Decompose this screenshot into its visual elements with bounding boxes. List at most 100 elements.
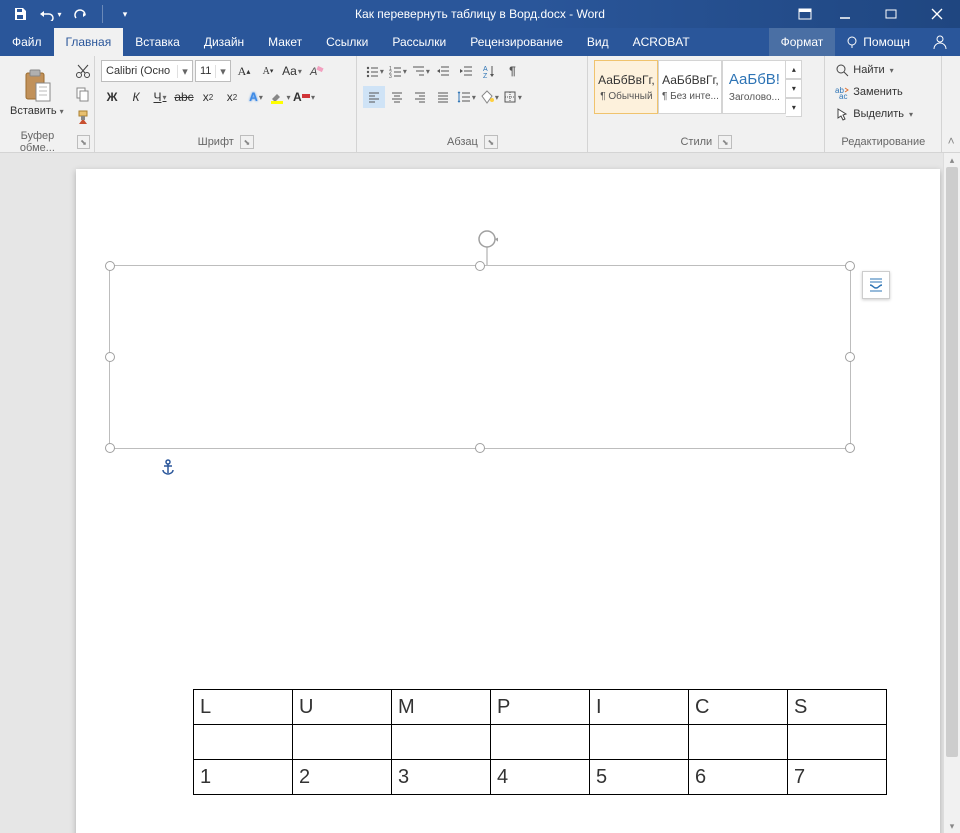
table-cell[interactable]: C xyxy=(689,690,788,725)
redo-button[interactable] xyxy=(68,3,92,25)
selected-textbox[interactable] xyxy=(109,265,851,449)
font-size-combo[interactable]: 11▾ xyxy=(195,60,231,82)
increase-indent-button[interactable] xyxy=(455,60,477,82)
resize-handle-nw[interactable] xyxy=(105,261,115,271)
table-cell[interactable]: 5 xyxy=(590,760,689,795)
qat-customize-button[interactable]: ▾ xyxy=(113,3,137,25)
tab-home[interactable]: Главная xyxy=(54,28,124,56)
styles-dialog-launcher[interactable]: ⬊ xyxy=(718,135,732,149)
sign-in-button[interactable] xyxy=(920,28,960,56)
resize-handle-w[interactable] xyxy=(105,352,115,362)
table-cell[interactable] xyxy=(590,725,689,760)
anchor-icon[interactable] xyxy=(161,459,175,475)
resize-handle-ne[interactable] xyxy=(845,261,855,271)
table-cell[interactable]: 7 xyxy=(788,760,887,795)
change-case-button[interactable]: Aa▾ xyxy=(281,60,303,82)
scroll-up-button[interactable]: ▴ xyxy=(944,153,960,167)
styles-expand[interactable]: ▾ xyxy=(786,98,802,117)
bullets-button[interactable]: ▾ xyxy=(363,60,385,82)
save-button[interactable] xyxy=(8,3,32,25)
replace-button[interactable]: abacЗаменить xyxy=(833,82,904,102)
layout-options-button[interactable] xyxy=(862,271,890,299)
shading-button[interactable]: ▾ xyxy=(478,86,500,108)
tell-me-search[interactable]: Помощн xyxy=(835,28,920,56)
highlight-button[interactable]: ▾ xyxy=(269,86,291,108)
resize-handle-e[interactable] xyxy=(845,352,855,362)
sort-button[interactable]: AZ xyxy=(478,60,500,82)
maximize-button[interactable] xyxy=(868,0,914,28)
style-heading1[interactable]: АаБбВ!Заголово... xyxy=(722,60,786,114)
multilevel-list-button[interactable]: ▾ xyxy=(409,60,431,82)
find-button[interactable]: Найти▾ xyxy=(833,60,895,80)
paragraph-dialog-launcher[interactable]: ⬊ xyxy=(484,135,498,149)
italic-button[interactable]: К xyxy=(125,86,147,108)
resize-handle-n[interactable] xyxy=(475,261,485,271)
ribbon-display-options-button[interactable] xyxy=(788,0,822,28)
table-cell[interactable] xyxy=(293,725,392,760)
table-cell[interactable] xyxy=(491,725,590,760)
clear-formatting-button[interactable]: A xyxy=(305,60,327,82)
numbering-button[interactable]: 123▾ xyxy=(386,60,408,82)
styles-scroll-up[interactable]: ▴ xyxy=(786,60,802,79)
line-spacing-button[interactable]: ▾ xyxy=(455,86,477,108)
copy-button[interactable] xyxy=(72,83,94,105)
collapse-ribbon-button[interactable]: ˄ xyxy=(942,56,960,152)
align-right-button[interactable] xyxy=(409,86,431,108)
minimize-button[interactable] xyxy=(822,0,868,28)
grow-font-button[interactable]: A▴ xyxy=(233,60,255,82)
tab-file[interactable]: Файл xyxy=(0,28,54,56)
table-cell[interactable]: U xyxy=(293,690,392,725)
paste-button[interactable]: Вставить▾ xyxy=(4,58,70,128)
select-button[interactable]: Выделить▾ xyxy=(833,104,915,124)
show-hide-button[interactable]: ¶ xyxy=(501,60,523,82)
table-cell[interactable]: 6 xyxy=(689,760,788,795)
tab-design[interactable]: Дизайн xyxy=(192,28,256,56)
tab-references[interactable]: Ссылки xyxy=(314,28,380,56)
chevron-down-icon[interactable]: ▾ xyxy=(177,65,192,78)
tab-review[interactable]: Рецензирование xyxy=(458,28,575,56)
decrease-indent-button[interactable] xyxy=(432,60,454,82)
table-cell[interactable]: M xyxy=(392,690,491,725)
chevron-down-icon[interactable]: ▾ xyxy=(215,65,230,78)
underline-button[interactable]: Ч▾ xyxy=(149,86,171,108)
tab-view[interactable]: Вид xyxy=(575,28,621,56)
resize-handle-s[interactable] xyxy=(475,443,485,453)
table-cell[interactable] xyxy=(689,725,788,760)
table-cell[interactable]: I xyxy=(590,690,689,725)
table-cell[interactable] xyxy=(788,725,887,760)
font-dialog-launcher[interactable]: ⬊ xyxy=(240,135,254,149)
table-cell[interactable]: 1 xyxy=(194,760,293,795)
table-cell[interactable]: P xyxy=(491,690,590,725)
table-cell[interactable] xyxy=(392,725,491,760)
font-color-button[interactable]: A▾ xyxy=(293,86,315,108)
tab-format-context[interactable]: Формат xyxy=(769,28,836,56)
shrink-font-button[interactable]: A▾ xyxy=(257,60,279,82)
strikethrough-button[interactable]: abc xyxy=(173,86,195,108)
align-center-button[interactable] xyxy=(386,86,408,108)
table-cell[interactable]: 3 xyxy=(392,760,491,795)
document-table[interactable]: L U M P I C S 1 2 3 4 xyxy=(193,689,887,795)
clipboard-dialog-launcher[interactable]: ⬊ xyxy=(77,135,90,149)
resize-handle-sw[interactable] xyxy=(105,443,115,453)
resize-handle-se[interactable] xyxy=(845,443,855,453)
table-row[interactable] xyxy=(194,725,887,760)
undo-button[interactable]: ▾ xyxy=(38,3,62,25)
styles-scroll-down[interactable]: ▾ xyxy=(786,79,802,98)
text-effects-button[interactable]: A▾ xyxy=(245,86,267,108)
rotation-handle[interactable] xyxy=(476,229,498,265)
tab-insert[interactable]: Вставка xyxy=(123,28,192,56)
tab-mailings[interactable]: Рассылки xyxy=(380,28,458,56)
cut-button[interactable] xyxy=(72,60,94,82)
bold-button[interactable]: Ж xyxy=(101,86,123,108)
vertical-scrollbar[interactable]: ▴ ▾ xyxy=(943,153,960,833)
borders-button[interactable]: ▾ xyxy=(501,86,523,108)
table-cell[interactable] xyxy=(194,725,293,760)
font-name-combo[interactable]: Calibri (Осно▾ xyxy=(101,60,193,82)
scroll-down-button[interactable]: ▾ xyxy=(944,819,960,833)
align-left-button[interactable] xyxy=(363,86,385,108)
tab-acrobat[interactable]: ACROBAT xyxy=(621,28,702,56)
close-button[interactable] xyxy=(914,0,960,28)
tab-layout[interactable]: Макет xyxy=(256,28,314,56)
subscript-button[interactable]: x2 xyxy=(197,86,219,108)
justify-button[interactable] xyxy=(432,86,454,108)
